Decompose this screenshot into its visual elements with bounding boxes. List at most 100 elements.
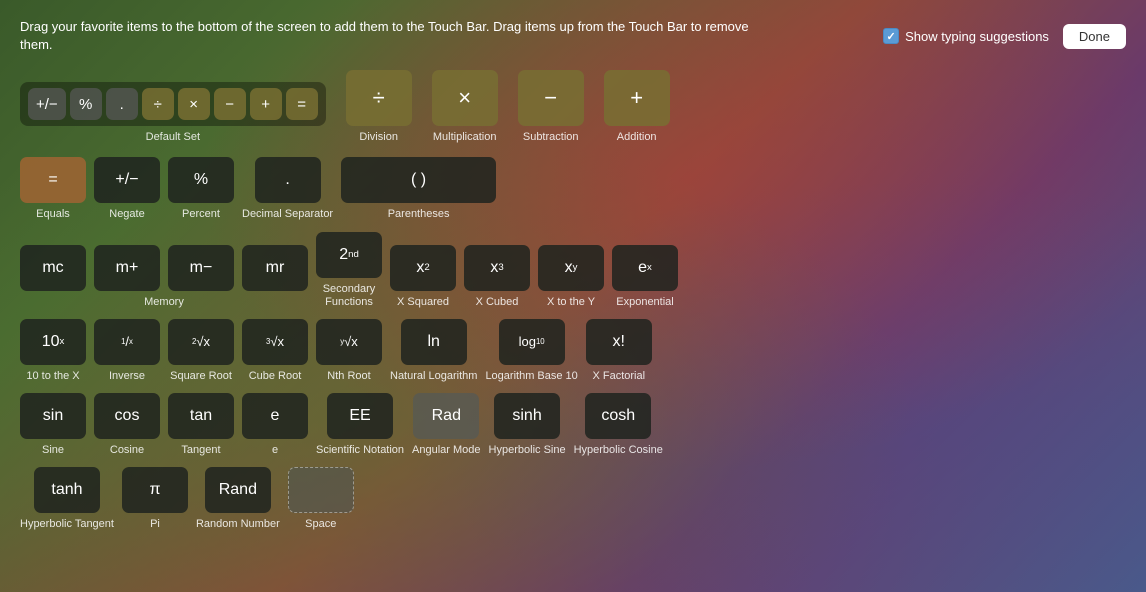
negate-label: Negate [109,208,144,221]
e-item: e e [242,393,308,457]
btn-x-to-y[interactable]: xy [538,245,604,291]
btn-rad[interactable]: Rad [413,393,479,439]
btn-rand[interactable]: Rand [205,467,271,513]
btn-cbrt[interactable]: 3√x [242,319,308,365]
parens-label: Parentheses [388,208,450,221]
btn-factorial[interactable]: x! [586,319,652,365]
done-button[interactable]: Done [1063,24,1126,49]
btn-divide-ds[interactable]: ÷ [142,88,174,120]
show-typing-option[interactable]: Show typing suggestions [883,28,1049,44]
btn-equals[interactable]: = [20,157,86,203]
btn-subtract-ds[interactable]: − [214,88,246,120]
show-typing-label: Show typing suggestions [905,29,1049,44]
btn-subtraction[interactable]: − [518,70,584,126]
show-typing-checkbox[interactable] [883,28,899,44]
btn-tan[interactable]: tan [168,393,234,439]
row4: sin Sine cos Cosine tan Tangent e e EE S… [20,393,1126,457]
rand-label: Random Number [196,518,280,531]
btn-add-ds[interactable]: + [250,88,282,120]
x-cubed-label: X Cubed [476,296,519,309]
memory-buttons: mc m+ m− mr [20,245,308,291]
btn-pi[interactable]: π [122,467,188,513]
btn-e[interactable]: e [242,393,308,439]
btn-division[interactable]: ÷ [346,70,412,126]
btn-cos[interactable]: cos [94,393,160,439]
btn-parens[interactable]: ( ) [341,157,496,203]
row3: 10x 10 to the X 1/x Inverse 2√x Square R… [20,319,1126,383]
btn-equals-ds[interactable]: = [286,88,318,120]
btn-sin[interactable]: sin [20,393,86,439]
btn-mplus[interactable]: m+ [94,245,160,291]
btn-decimal[interactable]: . [255,157,321,203]
btn-ten-x[interactable]: 10x [20,319,86,365]
cos-item: cos Cosine [94,393,160,457]
secondary-fn-item: 2nd SecondaryFunctions [316,232,382,309]
btn-sinh[interactable]: sinh [494,393,560,439]
btn-x-squared[interactable]: x2 [390,245,456,291]
exponential-label: Exponential [616,296,674,309]
btn-ee[interactable]: EE [327,393,393,439]
header-controls: Show typing suggestions Done [883,24,1126,49]
pi-label: Pi [150,518,160,531]
btn-addition[interactable]: + [604,70,670,126]
multiplication-group: × Multiplication [432,70,498,143]
decimal-label: Decimal Separator [242,208,333,221]
decimal-item: . Decimal Separator [242,157,333,221]
btn-x-cubed[interactable]: x3 [464,245,530,291]
btn-decimal-ds[interactable]: . [106,88,138,120]
row1: = Equals +/− Negate % Percent . Decimal … [20,157,1126,221]
x-squared-label: X Squared [397,296,449,309]
btn-exponential[interactable]: ex [612,245,678,291]
btn-secondary[interactable]: 2nd [316,232,382,278]
btn-inverse[interactable]: 1/x [94,319,160,365]
btn-space[interactable]: · · · · · · · · · [288,467,354,513]
btn-nth-root[interactable]: y√x [316,319,382,365]
btn-mminus[interactable]: m− [168,245,234,291]
e-label: e [272,444,278,457]
btn-log10[interactable]: log10 [499,319,565,365]
x-to-y-item: xy X to the Y [538,245,604,309]
default-set-group: +/− % . ÷ × − + = Default Set [20,82,326,143]
tanh-item: tanh Hyperbolic Tangent [20,467,114,531]
ee-item: EE Scientific Notation [316,393,404,457]
btn-percent[interactable]: % [168,157,234,203]
cosh-item: cosh Hyperbolic Cosine [574,393,663,457]
factorial-item: x! X Factorial [586,319,652,383]
sinh-item: sinh Hyperbolic Sine [489,393,566,457]
rand-item: Rand Random Number [196,467,280,531]
pi-item: π Pi [122,467,188,531]
exponential-item: ex Exponential [612,245,678,309]
subtraction-group: − Subtraction [518,70,584,143]
btn-multiply-ds[interactable]: × [178,88,210,120]
btn-tanh[interactable]: tanh [34,467,100,513]
sinh-label: Hyperbolic Sine [489,444,566,457]
percent-item: % Percent [168,157,234,221]
memory-group: mc m+ m− mr Memory [20,245,308,309]
equals-label: Equals [36,208,70,221]
space-item: · · · · · · · · · Space [288,467,354,531]
sqrt-item: 2√x Square Root [168,319,234,383]
cos-label: Cosine [110,444,144,457]
x-cubed-item: x3 X Cubed [464,245,530,309]
btn-percent-ds[interactable]: % [70,88,102,120]
ee-label: Scientific Notation [316,444,404,457]
x-to-y-label: X to the Y [547,296,595,309]
instruction-label: Drag your favorite items to the bottom o… [20,19,749,52]
btn-cosh[interactable]: cosh [585,393,651,439]
btn-sqrt[interactable]: 2√x [168,319,234,365]
ten-x-label: 10 to the X [26,370,79,383]
btn-negate-ds[interactable]: +/− [28,88,66,120]
secondary-label: SecondaryFunctions [323,283,376,309]
division-group: ÷ Division [346,70,412,143]
btn-negate[interactable]: +/− [94,157,160,203]
btn-mc[interactable]: mc [20,245,86,291]
btn-multiplication[interactable]: × [432,70,498,126]
nth-root-item: y√x Nth Root [316,319,382,383]
default-set-buttons: +/− % . ÷ × − + = [20,82,326,126]
instruction-text: Drag your favorite items to the bottom o… [20,18,780,54]
tan-item: tan Tangent [168,393,234,457]
btn-ln[interactable]: ln [401,319,467,365]
ln-item: ln Natural Logarithm [390,319,477,383]
btn-mr[interactable]: mr [242,245,308,291]
memory-label: Memory [144,296,184,309]
